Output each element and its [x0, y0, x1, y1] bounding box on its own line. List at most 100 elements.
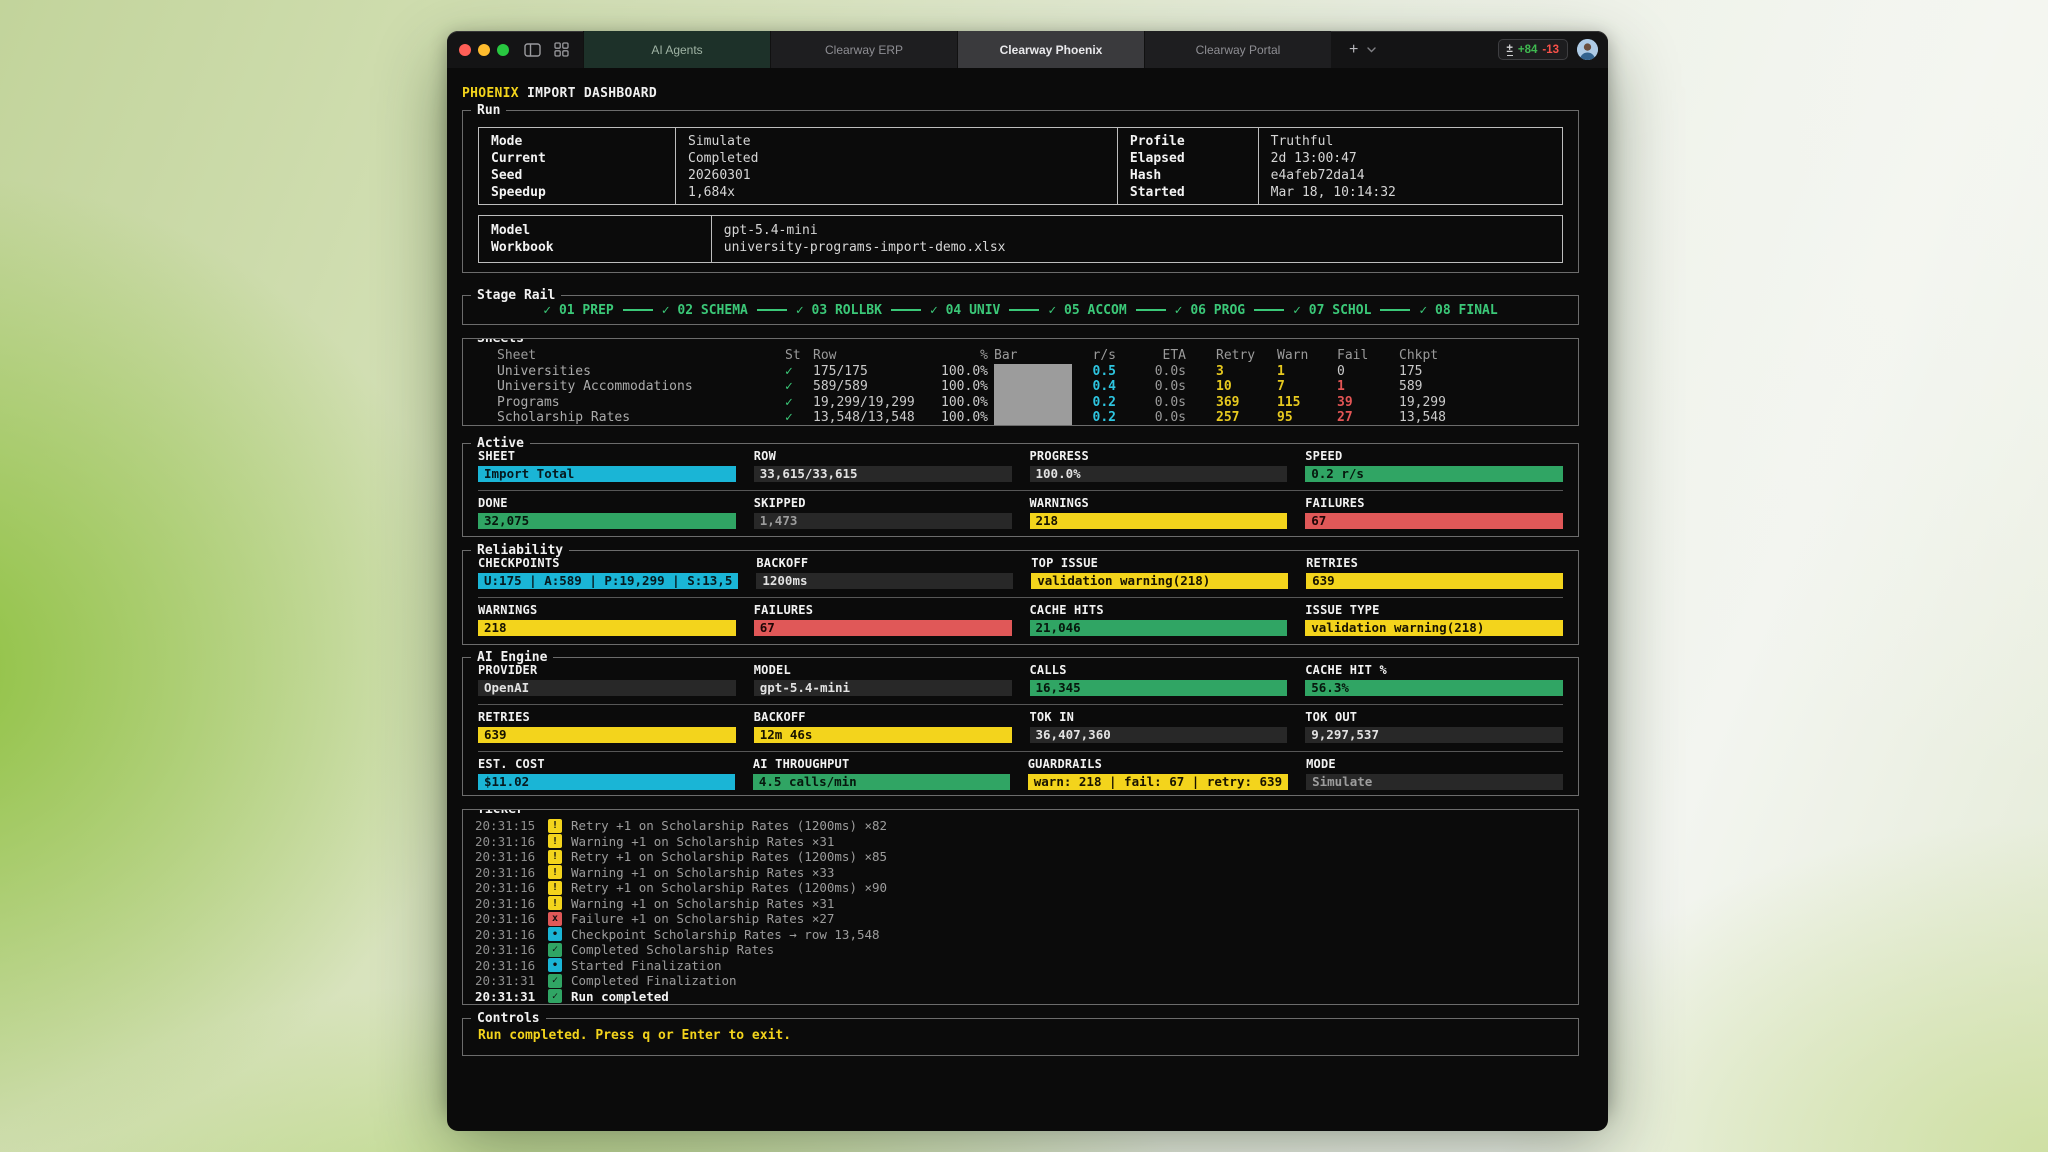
stat-value-badge: 1200ms: [756, 573, 1013, 589]
avatar[interactable]: [1577, 39, 1598, 60]
zoom-button[interactable]: [497, 44, 509, 56]
ticker-row: 20:31:16•Started Finalization: [475, 958, 1578, 974]
sheets-header-cell: Retry: [1216, 348, 1277, 364]
stage-connector: [891, 309, 921, 311]
sheet-rate: 0.2: [1072, 410, 1116, 426]
stat-value-badge: 0.2 r/s: [1305, 466, 1563, 482]
stat-cell: CHECKPOINTSU:175 | A:589 | P:19,299 | S:…: [478, 557, 738, 589]
tab-overview-icon[interactable]: [554, 42, 569, 57]
run-panel-label: Run: [471, 103, 506, 118]
tab-clearway-portal[interactable]: Clearway Portal: [1144, 31, 1331, 68]
sheets-table: SheetStRow%Barr/sETARetryWarnFailChkptUn…: [463, 339, 1578, 426]
run-field-label: Mode: [491, 133, 675, 150]
ai-engine-stats: PROVIDEROpenAIMODELgpt-5.4-miniCALLS16,3…: [463, 658, 1578, 798]
tab-ai-agents[interactable]: AI Agents: [583, 31, 770, 68]
stat-cell: ISSUE TYPEvalidation warning(218): [1305, 604, 1563, 636]
sheet-percent: 100.0%: [936, 379, 988, 395]
stage-item: ✓ 03 ROLLBK: [796, 303, 882, 318]
stat-cell: WARNINGS218: [478, 604, 736, 636]
stage-rail-label: Stage Rail: [471, 288, 561, 303]
sidebar-toggle-icon[interactable]: [524, 43, 541, 57]
ai-engine-panel: AI Engine PROVIDEROpenAIMODELgpt-5.4-min…: [462, 657, 1579, 796]
tab-clearway-erp[interactable]: Clearway ERP: [770, 31, 957, 68]
run-field-value: e4afeb72da14: [1271, 167, 1562, 184]
run-field-label: Speedup: [491, 184, 675, 201]
diff-stats-badge[interactable]: ± +84 -13: [1498, 39, 1568, 60]
sheet-checkpoint: 589: [1399, 379, 1568, 395]
diff-removed: -13: [1542, 44, 1559, 56]
controls-panel-label: Controls: [471, 1011, 546, 1026]
stat-row: RETRIES639BACKOFF12m 46sTOK IN36,407,360…: [478, 704, 1563, 751]
run-summary-box: ModeCurrentSeedSpeedupSimulateCompleted2…: [478, 127, 1563, 205]
tab-clearway-phoenix[interactable]: Clearway Phoenix: [957, 31, 1144, 68]
ticker-timestamp: 20:31:16: [475, 911, 539, 926]
sheet-progress-bar: [994, 395, 1072, 411]
stat-value-badge: 639: [1306, 573, 1563, 589]
stat-cell: BACKOFF12m 46s: [754, 711, 1012, 743]
stat-label: CACHE HITS: [1030, 604, 1288, 617]
ticker-message: Warning +1 on Scholarship Rates ×31: [571, 896, 1578, 911]
minimize-button[interactable]: [478, 44, 490, 56]
stat-cell: WARNINGS218: [1030, 497, 1288, 529]
run-field-label: Workbook: [491, 239, 711, 256]
ticker-timestamp: 20:31:15: [475, 818, 539, 833]
stat-label: SHEET: [478, 450, 736, 463]
sheet-progress-fill: [994, 395, 1072, 411]
ticker-timestamp: 20:31:16: [475, 849, 539, 864]
terminal-content: PHOENIX IMPORT DASHBOARD Run ModeCurrent…: [447, 86, 1608, 1131]
ticker-yellow-icon: !: [548, 896, 562, 910]
sheet-name: Scholarship Rates: [497, 410, 785, 426]
sheet-progress-bar: [994, 379, 1072, 395]
stat-cell: BACKOFF1200ms: [756, 557, 1013, 589]
stage-connector: [1380, 309, 1410, 311]
stat-value-badge: U:175 | A:589 | P:19,299 | S:13,5: [478, 573, 738, 589]
stat-value-badge: 36,407,360: [1030, 727, 1288, 743]
page-title: PHOENIX IMPORT DASHBOARD: [462, 86, 1579, 101]
sheet-row-count: 175/175: [813, 364, 936, 380]
app-window: AI AgentsClearway ERP Clearway Phoenix Cle…: [447, 31, 1608, 1113]
reliability-stats: CHECKPOINTSU:175 | A:589 | P:19,299 | S:…: [463, 551, 1578, 644]
stat-row: WARNINGS218 FAILURES67 CACHE HITS21,046 ISS…: [478, 597, 1563, 644]
sheets-header-cell: Chkpt: [1399, 348, 1568, 364]
ticker-message: Retry +1 on Scholarship Rates (1200ms) ×…: [571, 880, 1578, 895]
ticker-row: 20:31:16✓Completed Scholarship Rates: [475, 942, 1578, 958]
stat-value-badge: Import Total: [478, 466, 736, 482]
sheet-progress-fill: [994, 379, 1072, 395]
sheets-header-cell: ETA: [1116, 348, 1186, 364]
stat-cell: FAILURES67: [1305, 497, 1563, 529]
run-labels-column: ModelWorkbook: [479, 216, 711, 262]
stat-cell: MODESimulate: [1306, 758, 1563, 790]
stage-item: ✓ 05 ACCOM: [1048, 303, 1126, 318]
stat-value-badge: 218: [1030, 513, 1288, 529]
tab-label: Clearway Phoenix: [1000, 43, 1103, 57]
active-panel-label: Active: [471, 436, 530, 451]
stat-label: AI THROUGHPUT: [753, 758, 1010, 771]
stat-label: ROW: [754, 450, 1012, 463]
ticker-message: Warning +1 on Scholarship Rates ×33: [571, 865, 1578, 880]
sheet-status-check: ✓: [785, 364, 813, 380]
run-field-value: 2d 13:00:47: [1271, 150, 1562, 167]
sheets-header-cell: Sheet: [497, 348, 785, 364]
stat-cell: CACHE HITS21,046: [1030, 604, 1288, 636]
run-labels-column: ProfileElapsedHashStarted: [1117, 128, 1258, 204]
run-field-label: Model: [491, 222, 711, 239]
diff-added: +84: [1518, 44, 1538, 56]
sheet-retry: 10: [1216, 379, 1277, 395]
sheet-progress-bar: [994, 410, 1072, 426]
stat-cell: MODELgpt-5.4-mini: [754, 664, 1012, 696]
stage-connector: [1009, 309, 1039, 311]
stat-cell: FAILURES67: [754, 604, 1012, 636]
new-tab-button[interactable]: +: [1349, 31, 1358, 68]
chevron-down-icon[interactable]: [1367, 31, 1376, 68]
close-button[interactable]: [459, 44, 471, 56]
run-field-value: 1,684x: [688, 184, 1117, 201]
run-field-label: Current: [491, 150, 675, 167]
sheets-header-cell: Row: [813, 348, 936, 364]
sheet-row-count: 589/589: [813, 379, 936, 395]
ticker-row: 20:31:16•Checkpoint Scholarship Rates → …: [475, 927, 1578, 943]
ticker-message: Retry +1 on Scholarship Rates (1200ms) ×…: [571, 849, 1578, 864]
sheet-retry: 3: [1216, 364, 1277, 380]
ticker-message: Warning +1 on Scholarship Rates ×31: [571, 834, 1578, 849]
ticker-cyan-icon: •: [548, 927, 562, 941]
sheet-name: University Accommodations: [497, 379, 785, 395]
